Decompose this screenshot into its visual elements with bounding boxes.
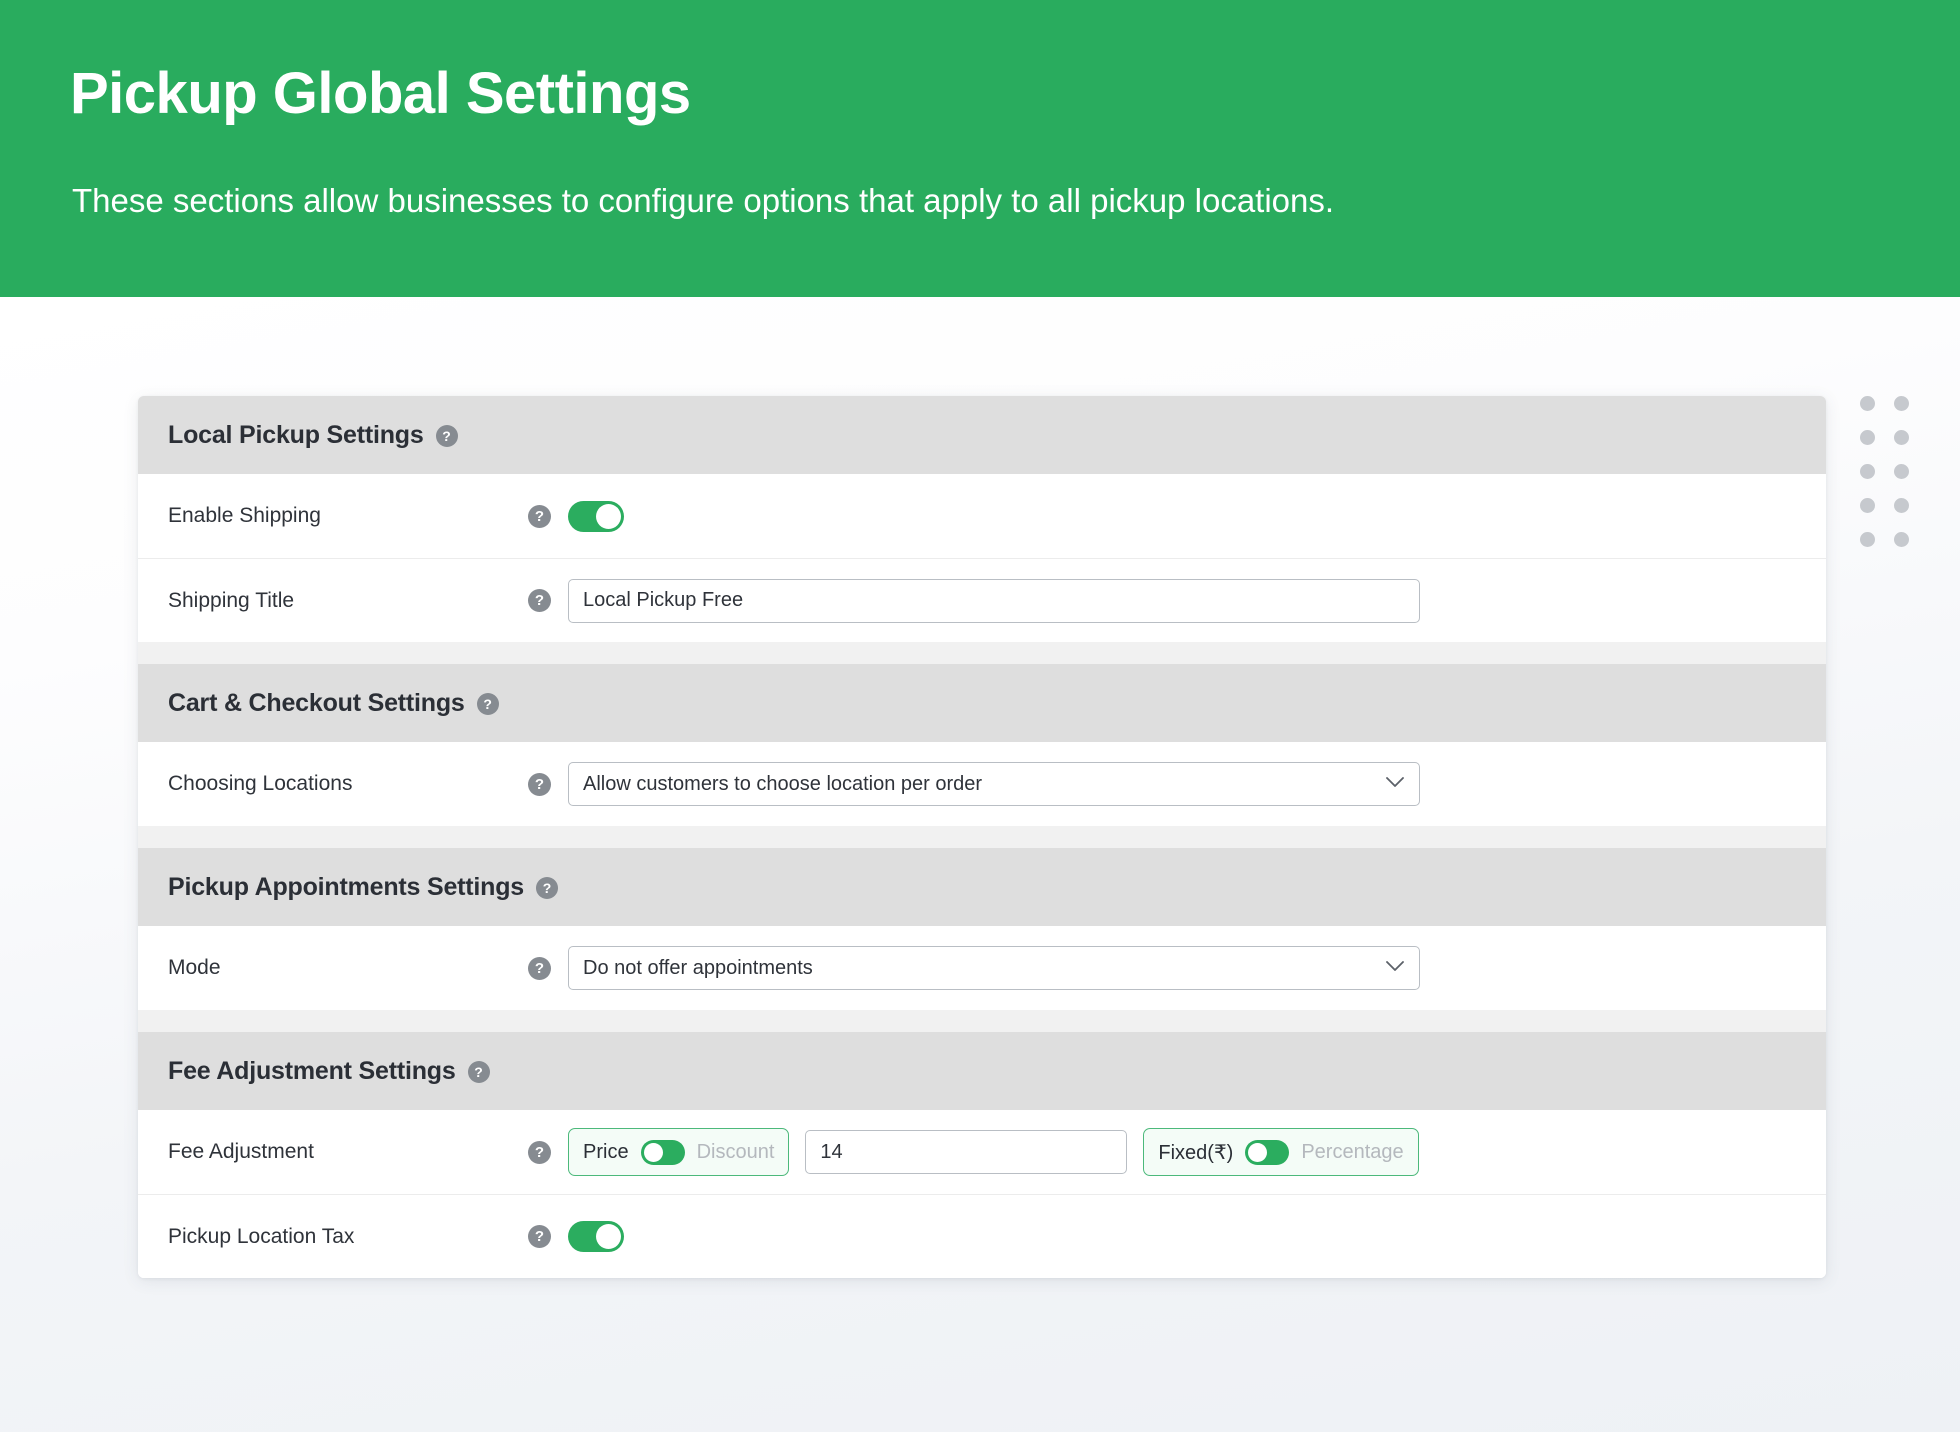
- section-title-local-pickup-settings: Local Pickup Settings: [168, 420, 424, 449]
- select-choosing-locations[interactable]: Allow customers to choose location per o…: [568, 762, 1420, 806]
- section-cart-checkout-settings: Cart & Checkout Settings? Choosing Locati…: [138, 664, 1826, 826]
- help-icon-mode[interactable]: ?: [528, 956, 551, 980]
- help-icon-pickup-location-tax[interactable]: ?: [528, 1225, 551, 1248]
- setting-label-fee-adjustment: Fee Adjustment: [168, 1140, 314, 1163]
- decorative-dot: [1894, 396, 1909, 411]
- section-help-icon-pickup-appointments-settings[interactable]: ?: [536, 877, 558, 899]
- section-header-fee-adjustment-settings: Fee Adjustment Settings?: [138, 1032, 1826, 1110]
- section-title-cart-checkout-settings: Cart & Checkout Settings: [168, 688, 465, 717]
- help-cell-fee-adjustment: ?: [528, 1140, 568, 1164]
- section-title-fee-adjustment-settings: Fee Adjustment Settings: [168, 1056, 456, 1085]
- fee-type-toggle-switch[interactable]: [640, 1139, 685, 1165]
- fee-type-toggle-left-label: Price: [583, 1140, 629, 1163]
- decorative-dot: [1894, 532, 1909, 547]
- fee-unit-toggle-switch[interactable]: [1245, 1139, 1290, 1165]
- fee-unit-toggle[interactable]: Fixed(₹) Percentage: [1143, 1128, 1419, 1176]
- decorative-dot: [1860, 498, 1875, 513]
- toggle-knob-enable-shipping: [596, 503, 621, 529]
- help-cell-choosing-locations: ?: [528, 772, 568, 796]
- section-fee-adjustment-settings: Fee Adjustment Settings? Fee Adjustment? P…: [138, 1032, 1826, 1278]
- decorative-dot: [1860, 430, 1875, 445]
- fee-type-toggle-right-label: Discount: [696, 1140, 775, 1163]
- help-icon-enable-shipping[interactable]: ?: [528, 504, 551, 528]
- section-help-icon-fee-adjustment-settings[interactable]: ?: [467, 1061, 490, 1083]
- setting-label-choosing-locations: Choosing Locations: [168, 772, 353, 795]
- decorative-dot: [1894, 430, 1909, 445]
- decorative-dot: [1894, 498, 1909, 513]
- decorative-dot: [1860, 396, 1875, 411]
- help-cell-shipping-title: ?: [528, 589, 568, 612]
- settings-card: Local Pickup Settings? Enable Shipping? Sh…: [138, 396, 1826, 1278]
- setting-label-enable-shipping: Enable Shipping: [168, 504, 321, 527]
- fee-type-toggle-knob: [643, 1142, 663, 1162]
- input-shipping-title[interactable]: [568, 578, 1420, 623]
- toggle-pickup-location-tax[interactable]: [568, 1221, 624, 1252]
- section-local-pickup-settings: Local Pickup Settings? Enable Shipping? Sh…: [138, 396, 1826, 642]
- fee-unit-toggle-knob: [1248, 1142, 1268, 1162]
- help-icon-fee-adjustment[interactable]: ?: [528, 1140, 551, 1164]
- fee-amount-input[interactable]: [805, 1130, 1128, 1174]
- section-rows-fee-adjustment-settings: Fee Adjustment? Price Discount Fixed(₹) Perc…: [138, 1110, 1826, 1278]
- fee-unit-toggle-right-label: Percentage: [1301, 1140, 1404, 1163]
- decorative-dot: [1860, 464, 1875, 479]
- decorative-dot: [1860, 532, 1875, 547]
- setting-row-enable-shipping: Enable Shipping?: [138, 474, 1826, 558]
- section-pickup-appointments-settings: Pickup Appointments Settings? Mode? Do not…: [138, 848, 1826, 1010]
- help-icon-choosing-locations[interactable]: ?: [528, 772, 551, 796]
- decorative-dot-grid: [1860, 396, 1920, 547]
- fee-unit-toggle-left-label: Fixed(₹): [1158, 1141, 1234, 1164]
- setting-label-pickup-location-tax: Pickup Location Tax: [168, 1224, 355, 1248]
- setting-label-shipping-title: Shipping Title: [168, 588, 295, 612]
- help-cell-pickup-location-tax: ?: [528, 1225, 568, 1248]
- setting-row-fee-adjustment: Fee Adjustment? Price Discount Fixed(₹) Perc…: [138, 1110, 1826, 1194]
- setting-row-mode: Mode? Do not offer appointments: [138, 926, 1826, 1010]
- section-rows-pickup-appointments-settings: Mode? Do not offer appointments: [138, 926, 1826, 1010]
- section-header-pickup-appointments-settings: Pickup Appointments Settings?: [138, 848, 1826, 926]
- setting-row-shipping-title: Shipping Title?: [138, 558, 1826, 642]
- select-value-mode[interactable]: Do not offer appointments: [568, 946, 1420, 990]
- section-header-cart-checkout-settings: Cart & Checkout Settings?: [138, 664, 1826, 742]
- page-header-banner: Pickup Global Settings These sections al…: [0, 0, 1960, 297]
- section-title-pickup-appointments-settings: Pickup Appointments Settings: [168, 872, 524, 901]
- help-cell-enable-shipping: ?: [528, 504, 568, 528]
- setting-row-pickup-location-tax: Pickup Location Tax?: [138, 1194, 1826, 1278]
- section-help-icon-cart-checkout-settings[interactable]: ?: [476, 693, 499, 715]
- section-rows-local-pickup-settings: Enable Shipping? Shipping Title?: [138, 474, 1826, 642]
- toggle-enable-shipping[interactable]: [568, 500, 624, 532]
- decorative-dot: [1894, 464, 1909, 479]
- section-rows-cart-checkout-settings: Choosing Locations? Allow customers to ch…: [138, 742, 1826, 826]
- toggle-knob-pickup-location-tax: [596, 1224, 621, 1249]
- fee-controls-group: Price Discount Fixed(₹) Percentage: [568, 1128, 1419, 1176]
- setting-label-mode: Mode: [168, 956, 221, 979]
- fee-type-toggle[interactable]: Price Discount: [568, 1128, 790, 1176]
- section-header-local-pickup-settings: Local Pickup Settings?: [138, 396, 1826, 474]
- select-value-choosing-locations[interactable]: Allow customers to choose location per o…: [568, 762, 1420, 806]
- page-subtitle: These sections allow businesses to confi…: [72, 182, 1335, 219]
- page-title: Pickup Global Settings: [70, 61, 691, 126]
- help-icon-shipping-title[interactable]: ?: [528, 589, 551, 612]
- setting-row-choosing-locations: Choosing Locations? Allow customers to ch…: [138, 742, 1826, 826]
- help-cell-mode: ?: [528, 956, 568, 980]
- select-mode[interactable]: Do not offer appointments: [568, 946, 1420, 990]
- section-help-icon-local-pickup-settings[interactable]: ?: [435, 425, 458, 447]
